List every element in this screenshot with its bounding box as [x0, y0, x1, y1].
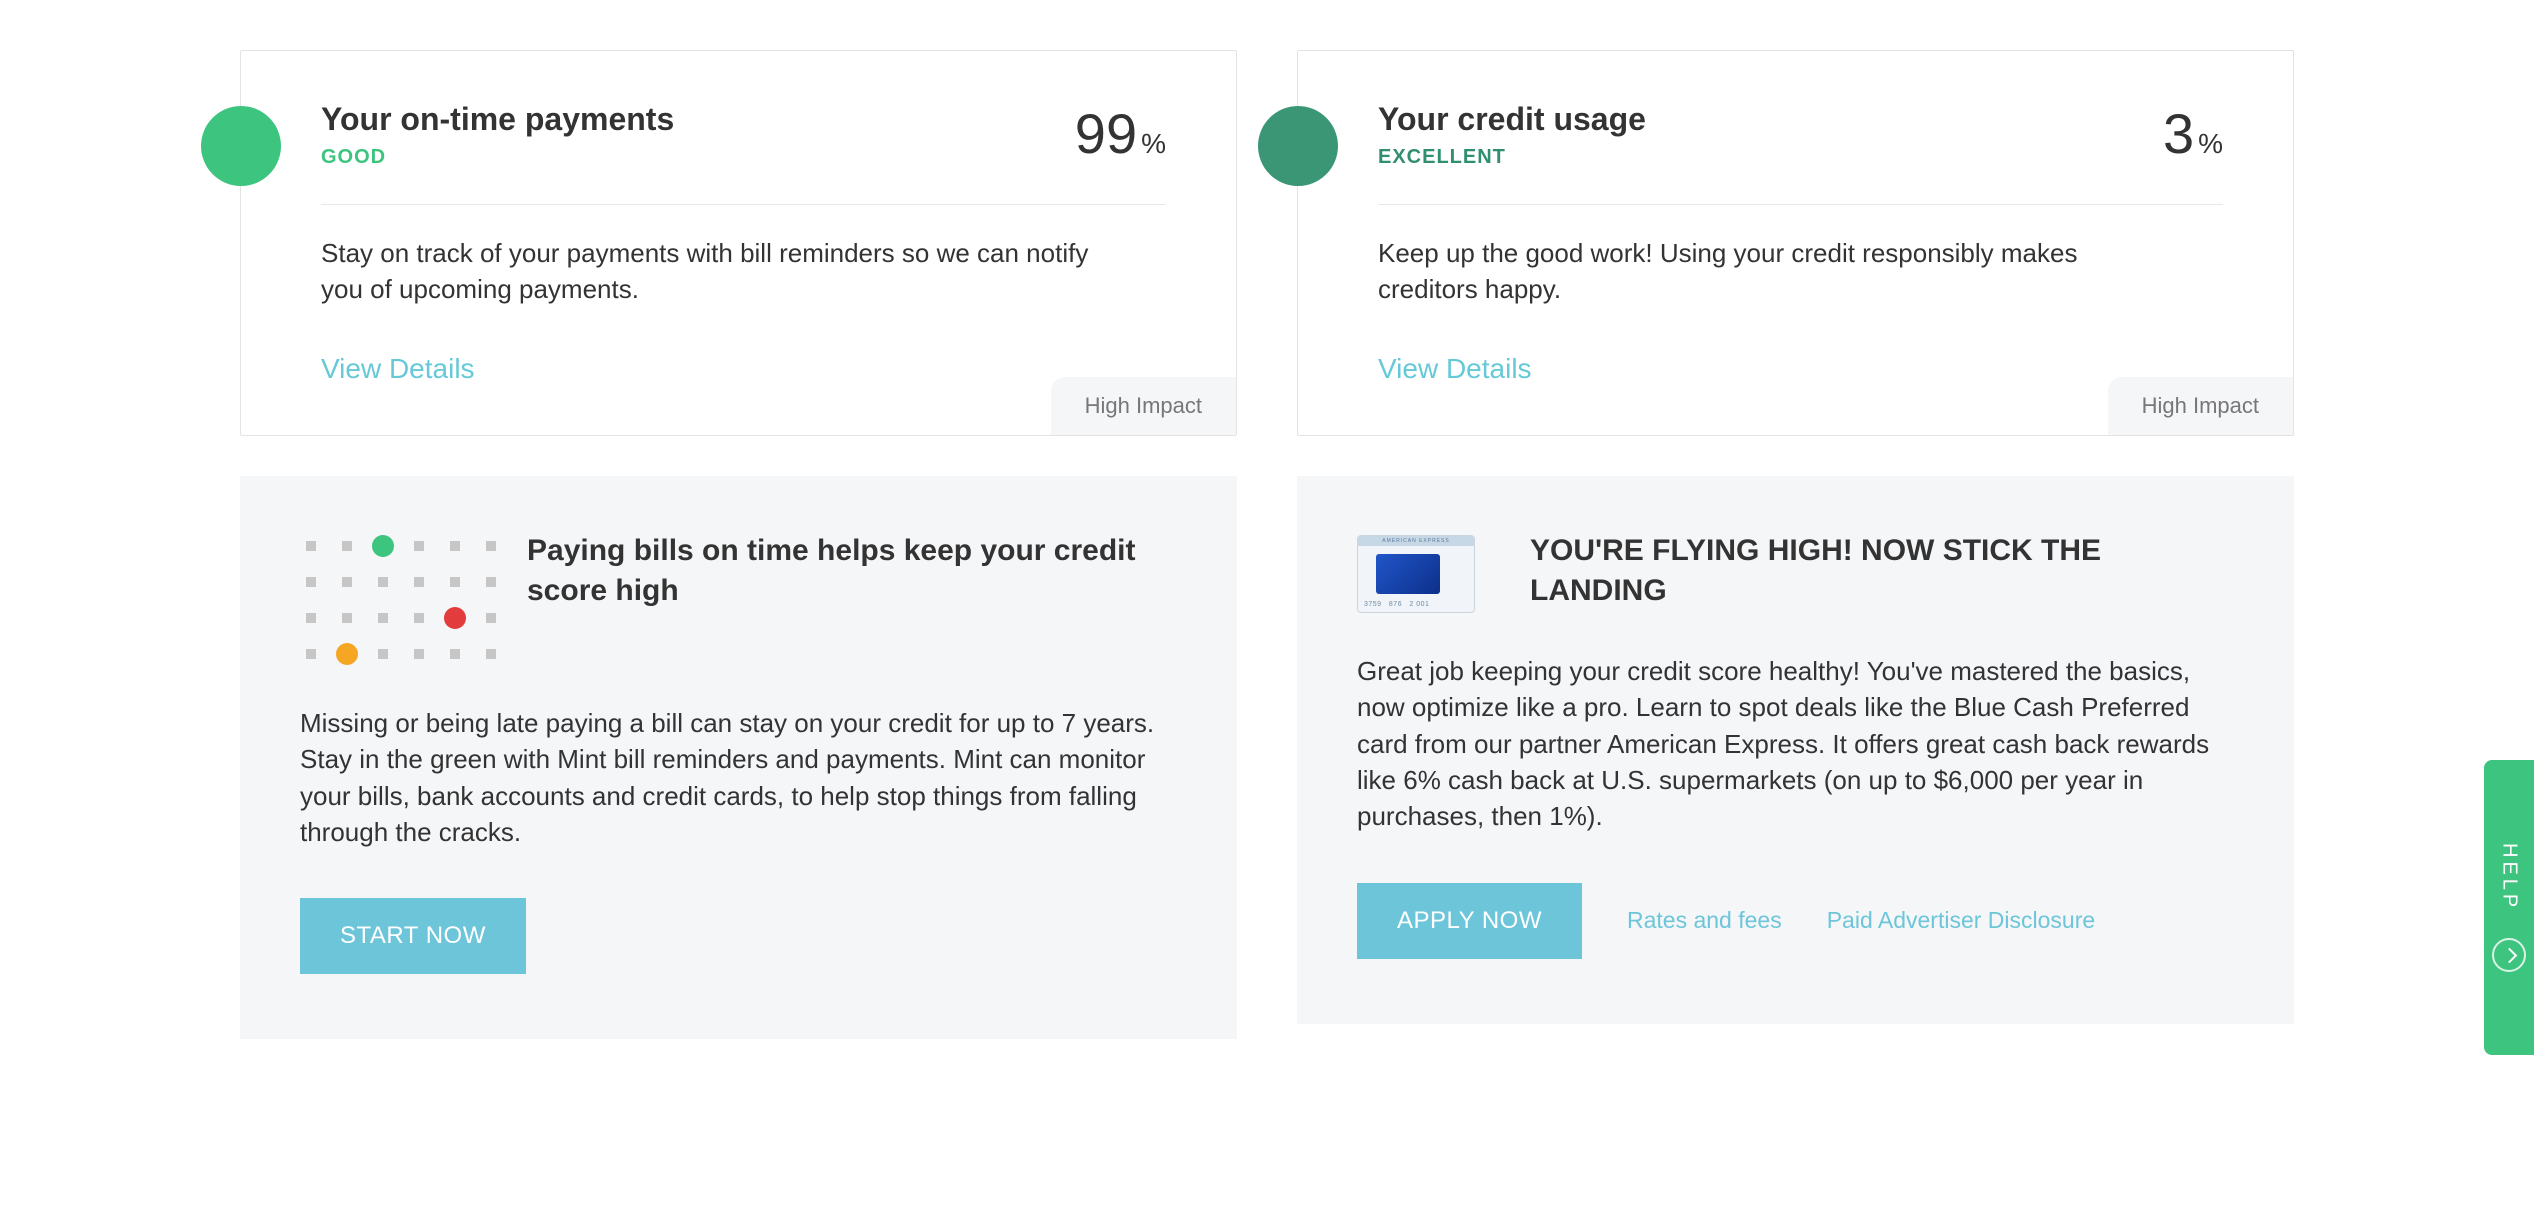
card-title: Your credit usage — [1378, 101, 1646, 138]
card-header: Your credit usage EXCELLENT 3 % — [1378, 101, 2223, 169]
start-now-button[interactable]: START NOW — [300, 898, 526, 974]
help-tab[interactable]: HELP — [2484, 760, 2534, 1055]
percent-icon: % — [2198, 128, 2223, 160]
card-value-number: 3 — [2163, 101, 2194, 166]
promo-title: Paying bills on time helps keep your cre… — [527, 531, 1177, 612]
divider — [321, 204, 1166, 205]
impact-badge: High Impact — [1051, 377, 1236, 435]
status-dot-icon — [201, 106, 281, 186]
dashboard-container: Your on-time payments GOOD 99 % Stay on … — [0, 0, 2534, 1039]
promo-description: Missing or being late paying a bill can … — [300, 705, 1177, 851]
status-dot-icon — [1258, 106, 1338, 186]
promo-actions: START NOW — [300, 898, 1177, 974]
divider — [1378, 204, 2223, 205]
promo-description: Great job keeping your credit score heal… — [1357, 653, 2234, 835]
card-value: 99 % — [1075, 101, 1166, 166]
card-description: Keep up the good work! Using your credit… — [1378, 235, 2158, 308]
promo-actions: APPLY NOW Rates and fees Paid Advertiser… — [1357, 883, 2234, 959]
card-rating: EXCELLENT — [1378, 146, 1646, 169]
card-title: Your on-time payments — [321, 101, 674, 138]
promo-header: Paying bills on time helps keep your cre… — [300, 531, 1177, 665]
chevron-right-icon — [2492, 938, 2526, 972]
card-on-time-payments: Your on-time payments GOOD 99 % Stay on … — [240, 50, 1237, 436]
calendar-dots-icon — [300, 531, 472, 665]
card-value-number: 99 — [1075, 101, 1137, 166]
view-details-link[interactable]: View Details — [1378, 353, 1532, 384]
promo-card-offer: AMERICAN EXPRESS 3759 876 2 001 YOU'RE F… — [1297, 476, 2294, 1024]
credit-card-icon: AMERICAN EXPRESS 3759 876 2 001 — [1357, 535, 1475, 613]
right-column: Your credit usage EXCELLENT 3 % Keep up … — [1297, 50, 2294, 1039]
help-label: HELP — [2498, 843, 2521, 911]
card-value: 3 % — [2163, 101, 2223, 166]
card-description: Stay on track of your payments with bill… — [321, 235, 1101, 308]
left-column: Your on-time payments GOOD 99 % Stay on … — [240, 50, 1237, 1039]
card-rating: GOOD — [321, 146, 674, 169]
card-credit-usage: Your credit usage EXCELLENT 3 % Keep up … — [1297, 50, 2294, 436]
card-header: Your on-time payments GOOD 99 % — [321, 101, 1166, 169]
promo-bills: Paying bills on time helps keep your cre… — [240, 476, 1237, 1040]
promo-header: AMERICAN EXPRESS 3759 876 2 001 YOU'RE F… — [1357, 531, 2234, 613]
paid-advertiser-disclosure-link[interactable]: Paid Advertiser Disclosure — [1827, 907, 2095, 934]
apply-now-button[interactable]: APPLY NOW — [1357, 883, 1582, 959]
percent-icon: % — [1141, 128, 1166, 160]
rates-and-fees-link[interactable]: Rates and fees — [1627, 907, 1782, 934]
impact-badge: High Impact — [2108, 377, 2293, 435]
promo-title: YOU'RE FLYING HIGH! NOW STICK THE LANDIN… — [1530, 531, 2234, 612]
view-details-link[interactable]: View Details — [321, 353, 475, 384]
